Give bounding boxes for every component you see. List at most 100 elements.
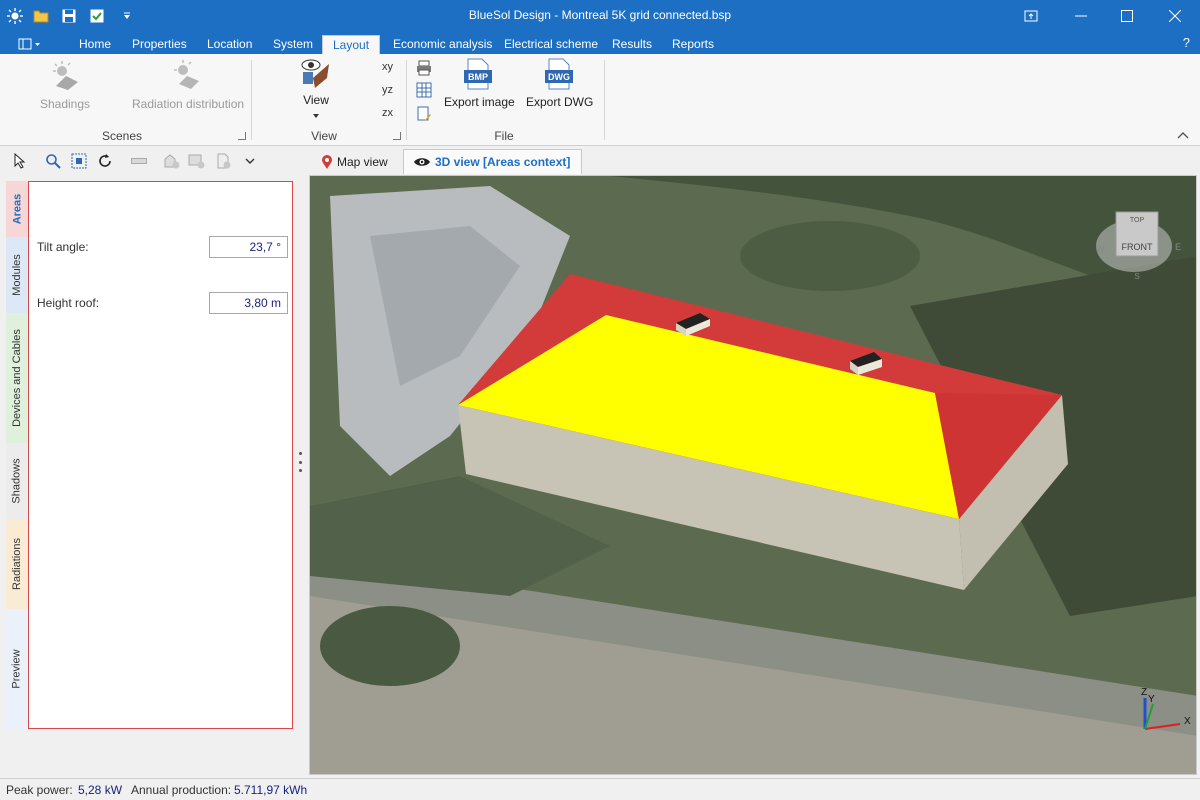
view-toolbar — [0, 147, 310, 175]
peak-power-label: Peak power: — [6, 783, 73, 797]
view-cube-top: TOP — [1130, 217, 1145, 224]
collapse-ribbon-icon[interactable] — [1177, 128, 1189, 142]
shadings-button[interactable]: Shadings — [38, 60, 92, 111]
annual-production-value: 5.711,97 kWh — [234, 783, 308, 797]
toolbar-overflow-icon[interactable] — [241, 152, 259, 170]
radiation-distribution-icon — [174, 60, 199, 89]
3d-viewport[interactable]: TOP FRONT W E S X Y Z — [309, 175, 1197, 775]
axis-x-label: X — [1184, 716, 1191, 727]
file-menu-button[interactable] — [14, 36, 46, 52]
remove-object-icon[interactable] — [163, 152, 181, 170]
side-tab-radiations[interactable]: Radiations — [6, 519, 28, 609]
dwg-badge: DWG — [548, 72, 570, 82]
side-tab-shadows[interactable]: Shadows — [6, 443, 28, 519]
tab-layout[interactable]: Layout — [322, 35, 381, 54]
view-icon — [301, 59, 329, 88]
scenes-launcher-icon[interactable] — [238, 132, 246, 140]
side-tab-areas[interactable]: Areas — [6, 181, 28, 237]
radiation-distribution-button[interactable]: Radiation distribution — [132, 60, 245, 111]
bmp-file-icon: BMP — [464, 58, 492, 90]
axis-z-label: Z — [1141, 687, 1147, 698]
side-tab-modules[interactable]: Modules — [6, 237, 28, 313]
tab-reports[interactable]: Reports — [662, 35, 724, 54]
view-zx-button[interactable]: zx — [382, 107, 393, 119]
help-button[interactable]: ? — [1183, 35, 1190, 50]
side-tab-strip: Areas Modules Devices and Cables Shadows… — [6, 181, 28, 729]
tab-electrical-scheme[interactable]: Electrical scheme — [494, 35, 608, 54]
tab-system[interactable]: System — [263, 35, 323, 54]
annual-production-label: Annual production: — [131, 783, 232, 797]
panel-splitter[interactable] — [299, 452, 303, 472]
zoom-icon[interactable] — [44, 152, 62, 170]
tilt-angle-label: Tilt angle: — [37, 240, 89, 254]
shrub — [740, 221, 920, 291]
tab-3d-view[interactable]: 3D view [Areas context] — [403, 149, 582, 174]
title-bar: BlueSol Design - Montreal 5K grid connec… — [0, 0, 1200, 32]
group-separator — [406, 60, 407, 140]
grid-table-icon[interactable] — [416, 82, 432, 98]
tab-results[interactable]: Results — [602, 35, 662, 54]
minimize-icon[interactable] — [1058, 0, 1104, 32]
side-tab-devices-and-cables[interactable]: Devices and Cables — [6, 313, 28, 443]
tab-home[interactable]: Home — [69, 35, 121, 54]
status-bar: Peak power: 5,28 kW Annual production: 5… — [0, 778, 1200, 800]
shadings-label: Shadings — [39, 97, 91, 111]
peak-power-value: 5,28 kW — [78, 783, 123, 797]
reset-view-icon[interactable] — [96, 152, 114, 170]
export-image-button[interactable]: BMP Export image — [444, 58, 515, 109]
view-yz-button[interactable]: yz — [382, 84, 393, 96]
map-pin-icon — [322, 154, 332, 169]
side-tab-label: Devices and Cables — [11, 329, 23, 427]
height-roof-label: Height roof: — [37, 296, 100, 310]
eye-icon — [414, 158, 430, 166]
view-cube-front: FRONT — [1122, 242, 1153, 252]
side-tab-preview[interactable]: Preview — [6, 609, 28, 729]
tab-location[interactable]: Location — [197, 35, 262, 54]
tilt-angle-input[interactable] — [209, 236, 288, 258]
3d-scene[interactable]: TOP FRONT W E S X Y Z — [310, 176, 1197, 775]
tab-map-view[interactable]: Map view — [316, 149, 402, 174]
export-image-label: Export image — [444, 95, 515, 109]
remove-obstacle-icon[interactable] — [188, 152, 206, 170]
axis-y-label: Y — [1148, 694, 1155, 705]
close-icon[interactable] — [1152, 0, 1198, 32]
export-dwg-label: Export DWG — [526, 95, 594, 109]
tab-properties[interactable]: Properties — [122, 35, 197, 54]
map-view-label: Map view — [337, 154, 388, 169]
view-button[interactable]: View — [296, 56, 336, 121]
bmp-badge: BMP — [468, 72, 488, 82]
select-pointer-icon[interactable] — [11, 152, 29, 170]
side-tab-label: Areas — [11, 193, 24, 225]
view-launcher-icon[interactable] — [393, 132, 401, 140]
view-group-label: View — [311, 129, 337, 143]
3d-view-label: 3D view [Areas context] — [435, 155, 571, 169]
measure-icon[interactable] — [130, 152, 148, 170]
export-dwg-button[interactable]: DWG Export DWG — [526, 58, 594, 109]
zoom-extents-icon[interactable] — [70, 152, 88, 170]
shadings-icon — [53, 61, 78, 90]
print-icon[interactable] — [416, 60, 432, 76]
view-cube-south: S — [1134, 272, 1139, 281]
ribbon: Shadings Radiation distribution Scenes V… — [0, 54, 1200, 146]
restore-down-icon[interactable] — [1008, 0, 1054, 32]
ribbon-tabs: Home Properties Location System Layout E… — [0, 32, 1200, 54]
dwg-file-icon: DWG — [545, 58, 573, 90]
view-cube-east: E — [1175, 242, 1181, 252]
chevron-down-icon — [313, 114, 319, 118]
areas-properties-panel: Tilt angle: Height roof: — [28, 181, 293, 729]
view-xy-button[interactable]: xy — [382, 61, 393, 73]
height-roof-input[interactable] — [209, 292, 288, 314]
view-cube-west: W — [1096, 244, 1105, 254]
document-edit-icon[interactable] — [416, 106, 432, 122]
maximize-icon[interactable] — [1104, 0, 1150, 32]
side-tab-label: Preview — [11, 649, 23, 689]
view-label: View — [303, 93, 329, 107]
side-tab-label: Modules — [11, 254, 24, 296]
side-tab-label: Radiations — [11, 538, 24, 590]
tab-economic-analysis[interactable]: Economic analysis — [383, 35, 502, 54]
group-separator — [251, 60, 252, 140]
shrub — [320, 606, 460, 686]
remove-document-icon[interactable] — [215, 152, 233, 170]
group-separator — [604, 60, 605, 140]
radiation-distribution-label: Radiation distribution — [132, 97, 245, 111]
